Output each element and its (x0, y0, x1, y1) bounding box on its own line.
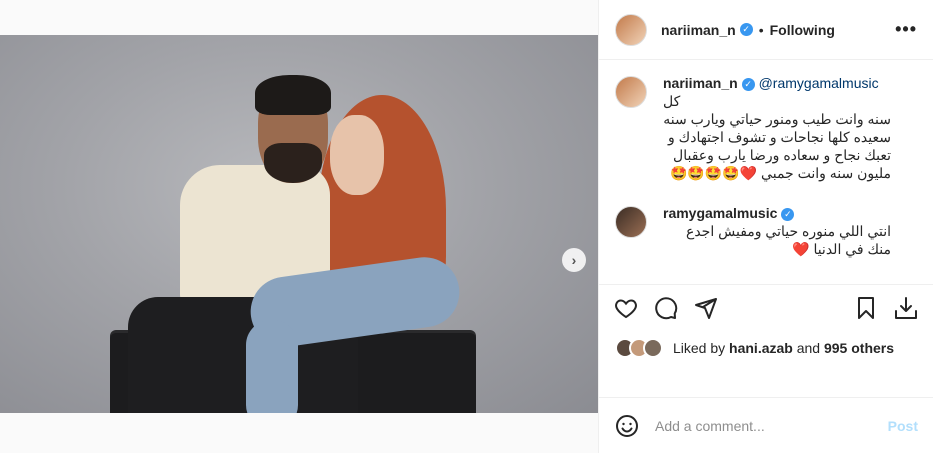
chevron-right-icon: › (571, 252, 577, 268)
verified-badge-icon: ✓ (741, 77, 755, 91)
comment-button[interactable] (653, 295, 679, 321)
add-comment-bar: Post (599, 397, 933, 453)
caption-body: nariiman_n ✓ @ramygamalmusic كل سنه وانت … (663, 74, 891, 182)
post-sidebar: nariiman_n ✓ • Following ••• nariiman_n ✓… (598, 0, 933, 453)
comment-text: انتي اللي منوره حياتي ومفيش اجدع منك في … (685, 223, 891, 257)
caption-mention[interactable]: @ramygamalmusic (759, 75, 879, 91)
likes-text: Liked by hani.azab and 995 others (673, 340, 894, 356)
commenter-username[interactable]: ramygamalmusic (663, 205, 777, 221)
more-options-icon[interactable]: ••• (895, 19, 917, 40)
comment-item: ramygamalmusic ✓ انتي اللي منوره حياتي وم… (615, 204, 917, 258)
likes-prefix: Liked by (673, 340, 726, 356)
likes-summary: Liked by hani.azab and 995 others (599, 331, 933, 365)
liker-avatar[interactable] (643, 338, 663, 358)
share-button[interactable] (693, 295, 719, 321)
verified-badge-icon: ✓ (739, 23, 753, 36)
photo-woman-face (330, 115, 384, 195)
instagram-post-modal: › nariiman_n ✓ • Following ••• nariiman_… (0, 0, 933, 453)
post-header: nariiman_n ✓ • Following ••• (599, 0, 933, 60)
commenter-avatar[interactable] (615, 206, 647, 238)
comments-section[interactable]: nariiman_n ✓ @ramygamalmusic كل سنه وانت … (599, 60, 933, 285)
comment-input[interactable] (655, 417, 888, 434)
verified-badge-icon: ✓ (781, 207, 795, 221)
post-comment-button[interactable]: Post (888, 418, 918, 434)
emoji-icon[interactable] (615, 414, 639, 438)
caption-avatar[interactable] (615, 76, 647, 108)
next-slide-button[interactable]: › (562, 248, 586, 272)
caption-first-word: كل (663, 93, 681, 109)
paper-plane-icon (695, 298, 717, 319)
caption: nariiman_n ✓ @ramygamalmusic كل سنه وانت … (615, 74, 917, 182)
author-avatar[interactable] (615, 13, 647, 46)
photo-man-hair (255, 75, 331, 115)
post-photo: › (0, 35, 598, 413)
following-button[interactable]: Following (770, 22, 835, 38)
comment-body: ramygamalmusic ✓ انتي اللي منوره حياتي وم… (663, 204, 891, 258)
bookmark-icon (858, 297, 874, 319)
heart-icon (615, 299, 637, 319)
comment-icon (655, 297, 678, 320)
save-button[interactable] (853, 295, 879, 321)
caption-text: سنه وانت طيب ومنور حياتي ويارب سنه سعيده… (663, 111, 891, 181)
liker-username[interactable]: hani.azab (729, 340, 793, 356)
likes-others-link[interactable]: 995 others (824, 340, 894, 356)
author-username[interactable]: nariiman_n (661, 22, 736, 38)
photo-woman-leg-lower (246, 320, 298, 413)
likes-and: and (796, 340, 821, 356)
like-button[interactable] (613, 295, 639, 321)
photo-man-beard (264, 143, 322, 183)
liker-avatars (615, 338, 663, 358)
download-button[interactable] (893, 295, 919, 321)
header-separator: • (758, 21, 764, 38)
action-bar (599, 285, 933, 331)
caption-username[interactable]: nariiman_n (663, 75, 738, 91)
download-icon (895, 297, 917, 319)
